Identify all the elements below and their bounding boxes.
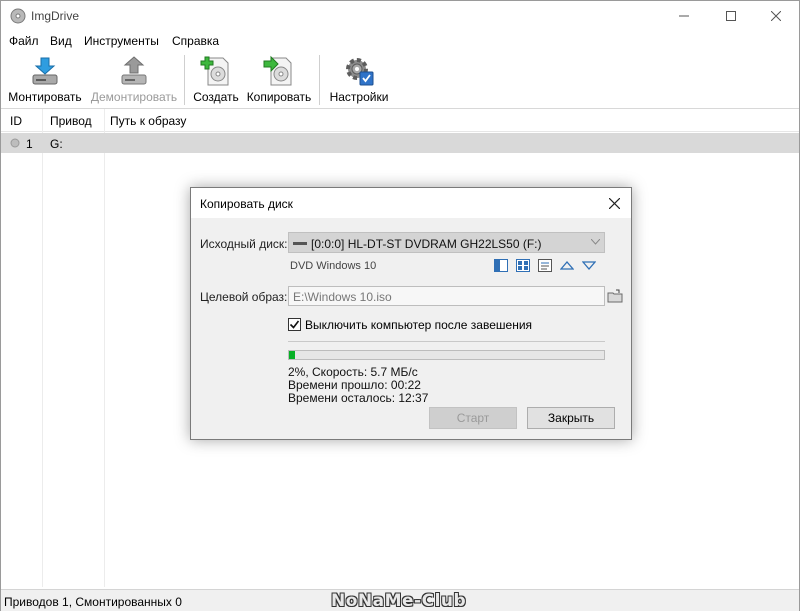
column-divider — [42, 109, 43, 587]
copy-disc-dialog: Копировать диск Исходный диск: [0:0:0] H… — [190, 187, 632, 440]
checkmark-icon — [289, 320, 300, 329]
details-view-icon[interactable] — [538, 259, 552, 272]
mount-icon — [32, 57, 58, 85]
minimize-button[interactable] — [661, 1, 707, 31]
disc-volume-label: DVD Windows 10 — [290, 260, 377, 272]
close-dialog-button[interactable]: Закрыть — [527, 407, 615, 429]
row-drive: G: — [50, 137, 63, 151]
copy-progress-bar — [288, 350, 605, 360]
close-icon — [771, 11, 781, 21]
toolbar-separator — [319, 55, 320, 105]
toolbar-separator — [184, 55, 185, 105]
start-button[interactable]: Старт — [429, 407, 517, 429]
menu-file[interactable]: Файл — [9, 34, 39, 48]
target-image-field[interactable]: E:\Windows 10.iso — [288, 286, 605, 306]
table-row[interactable]: 1 G: — [1, 133, 799, 153]
imgdrive-window: ImgDrive Файл Вид Инструменты Справка Мо… — [0, 0, 800, 611]
menu-view[interactable]: Вид — [50, 34, 72, 48]
menu-bar: Файл Вид Инструменты Справка — [1, 31, 799, 51]
copy-disc-icon — [263, 55, 292, 86]
chevron-down-icon — [591, 239, 600, 245]
disc-status-icon — [10, 138, 20, 148]
source-disc-value: [0:0:0] HL-DT-ST DVDRAM GH22LS50 (F:) — [311, 237, 542, 251]
column-image-path[interactable]: Путь к образу — [110, 114, 186, 128]
dialog-close-button[interactable] — [601, 193, 627, 213]
close-icon — [608, 197, 620, 209]
unmount-label: Демонтировать — [90, 90, 178, 104]
column-drive[interactable]: Привод — [50, 114, 92, 128]
divider — [288, 341, 605, 342]
panel-view-icon[interactable] — [494, 259, 508, 272]
target-image-value: E:\Windows 10.iso — [293, 290, 392, 304]
optical-drive-icon — [293, 242, 307, 245]
column-id[interactable]: ID — [10, 114, 22, 128]
menu-tools[interactable]: Инструменты — [84, 34, 159, 48]
minimize-icon — [679, 15, 689, 17]
list-header: ID Привод Путь к образу — [1, 109, 799, 132]
maximize-icon — [726, 11, 736, 21]
chevron-up-icon[interactable] — [560, 259, 574, 272]
status-text: Приводов 1, Смонтированных 0 — [4, 595, 182, 609]
copy-button[interactable]: Копировать — [245, 53, 313, 107]
settings-button[interactable]: Настройки — [327, 53, 391, 107]
shutdown-checkbox[interactable] — [288, 318, 301, 331]
title-bar: ImgDrive — [1, 1, 799, 31]
elapsed-time: Времени прошло: 00:22 — [288, 378, 421, 392]
grid-view-icon[interactable] — [516, 259, 530, 272]
menu-help[interactable]: Справка — [172, 34, 219, 48]
chevron-down-icon[interactable] — [582, 259, 596, 272]
remaining-time: Времени осталось: 12:37 — [288, 391, 429, 405]
mount-button[interactable]: Монтировать — [7, 53, 83, 107]
settings-label: Настройки — [329, 90, 389, 104]
watermark: NoNaMe-Club — [331, 591, 467, 611]
toolbar: Монтировать Демонтировать Создать Копиро… — [1, 51, 799, 109]
column-divider — [104, 109, 105, 587]
dialog-title: Копировать диск — [200, 197, 293, 211]
close-button[interactable] — [753, 1, 799, 31]
create-button[interactable]: Создать — [192, 53, 240, 107]
target-image-label: Целевой образ: — [200, 290, 288, 304]
row-id: 1 — [26, 137, 33, 151]
copy-label: Копировать — [246, 90, 312, 104]
mount-label: Монтировать — [8, 90, 82, 104]
app-disc-icon — [10, 8, 26, 24]
create-image-icon — [200, 56, 229, 86]
settings-icon — [346, 58, 374, 86]
maximize-button[interactable] — [708, 1, 754, 31]
window-title: ImgDrive — [31, 9, 80, 23]
status-bar: Приводов 1, Смонтированных 0 NoNaMe-Club — [1, 589, 799, 611]
unmount-button[interactable]: Демонтировать — [89, 53, 179, 107]
source-disc-label: Исходный диск: — [200, 237, 288, 251]
create-label: Создать — [193, 90, 239, 104]
shutdown-label[interactable]: Выключить компьютер после завешения — [305, 318, 532, 332]
dialog-title-bar: Копировать диск — [191, 188, 631, 218]
source-disc-select[interactable]: [0:0:0] HL-DT-ST DVDRAM GH22LS50 (F:) — [288, 232, 605, 253]
unmount-icon — [121, 56, 147, 85]
progress-text: 2%, Скорость: 5.7 МБ/с — [288, 365, 418, 379]
progress-fill — [289, 351, 295, 359]
browse-folder-icon[interactable] — [607, 289, 623, 303]
